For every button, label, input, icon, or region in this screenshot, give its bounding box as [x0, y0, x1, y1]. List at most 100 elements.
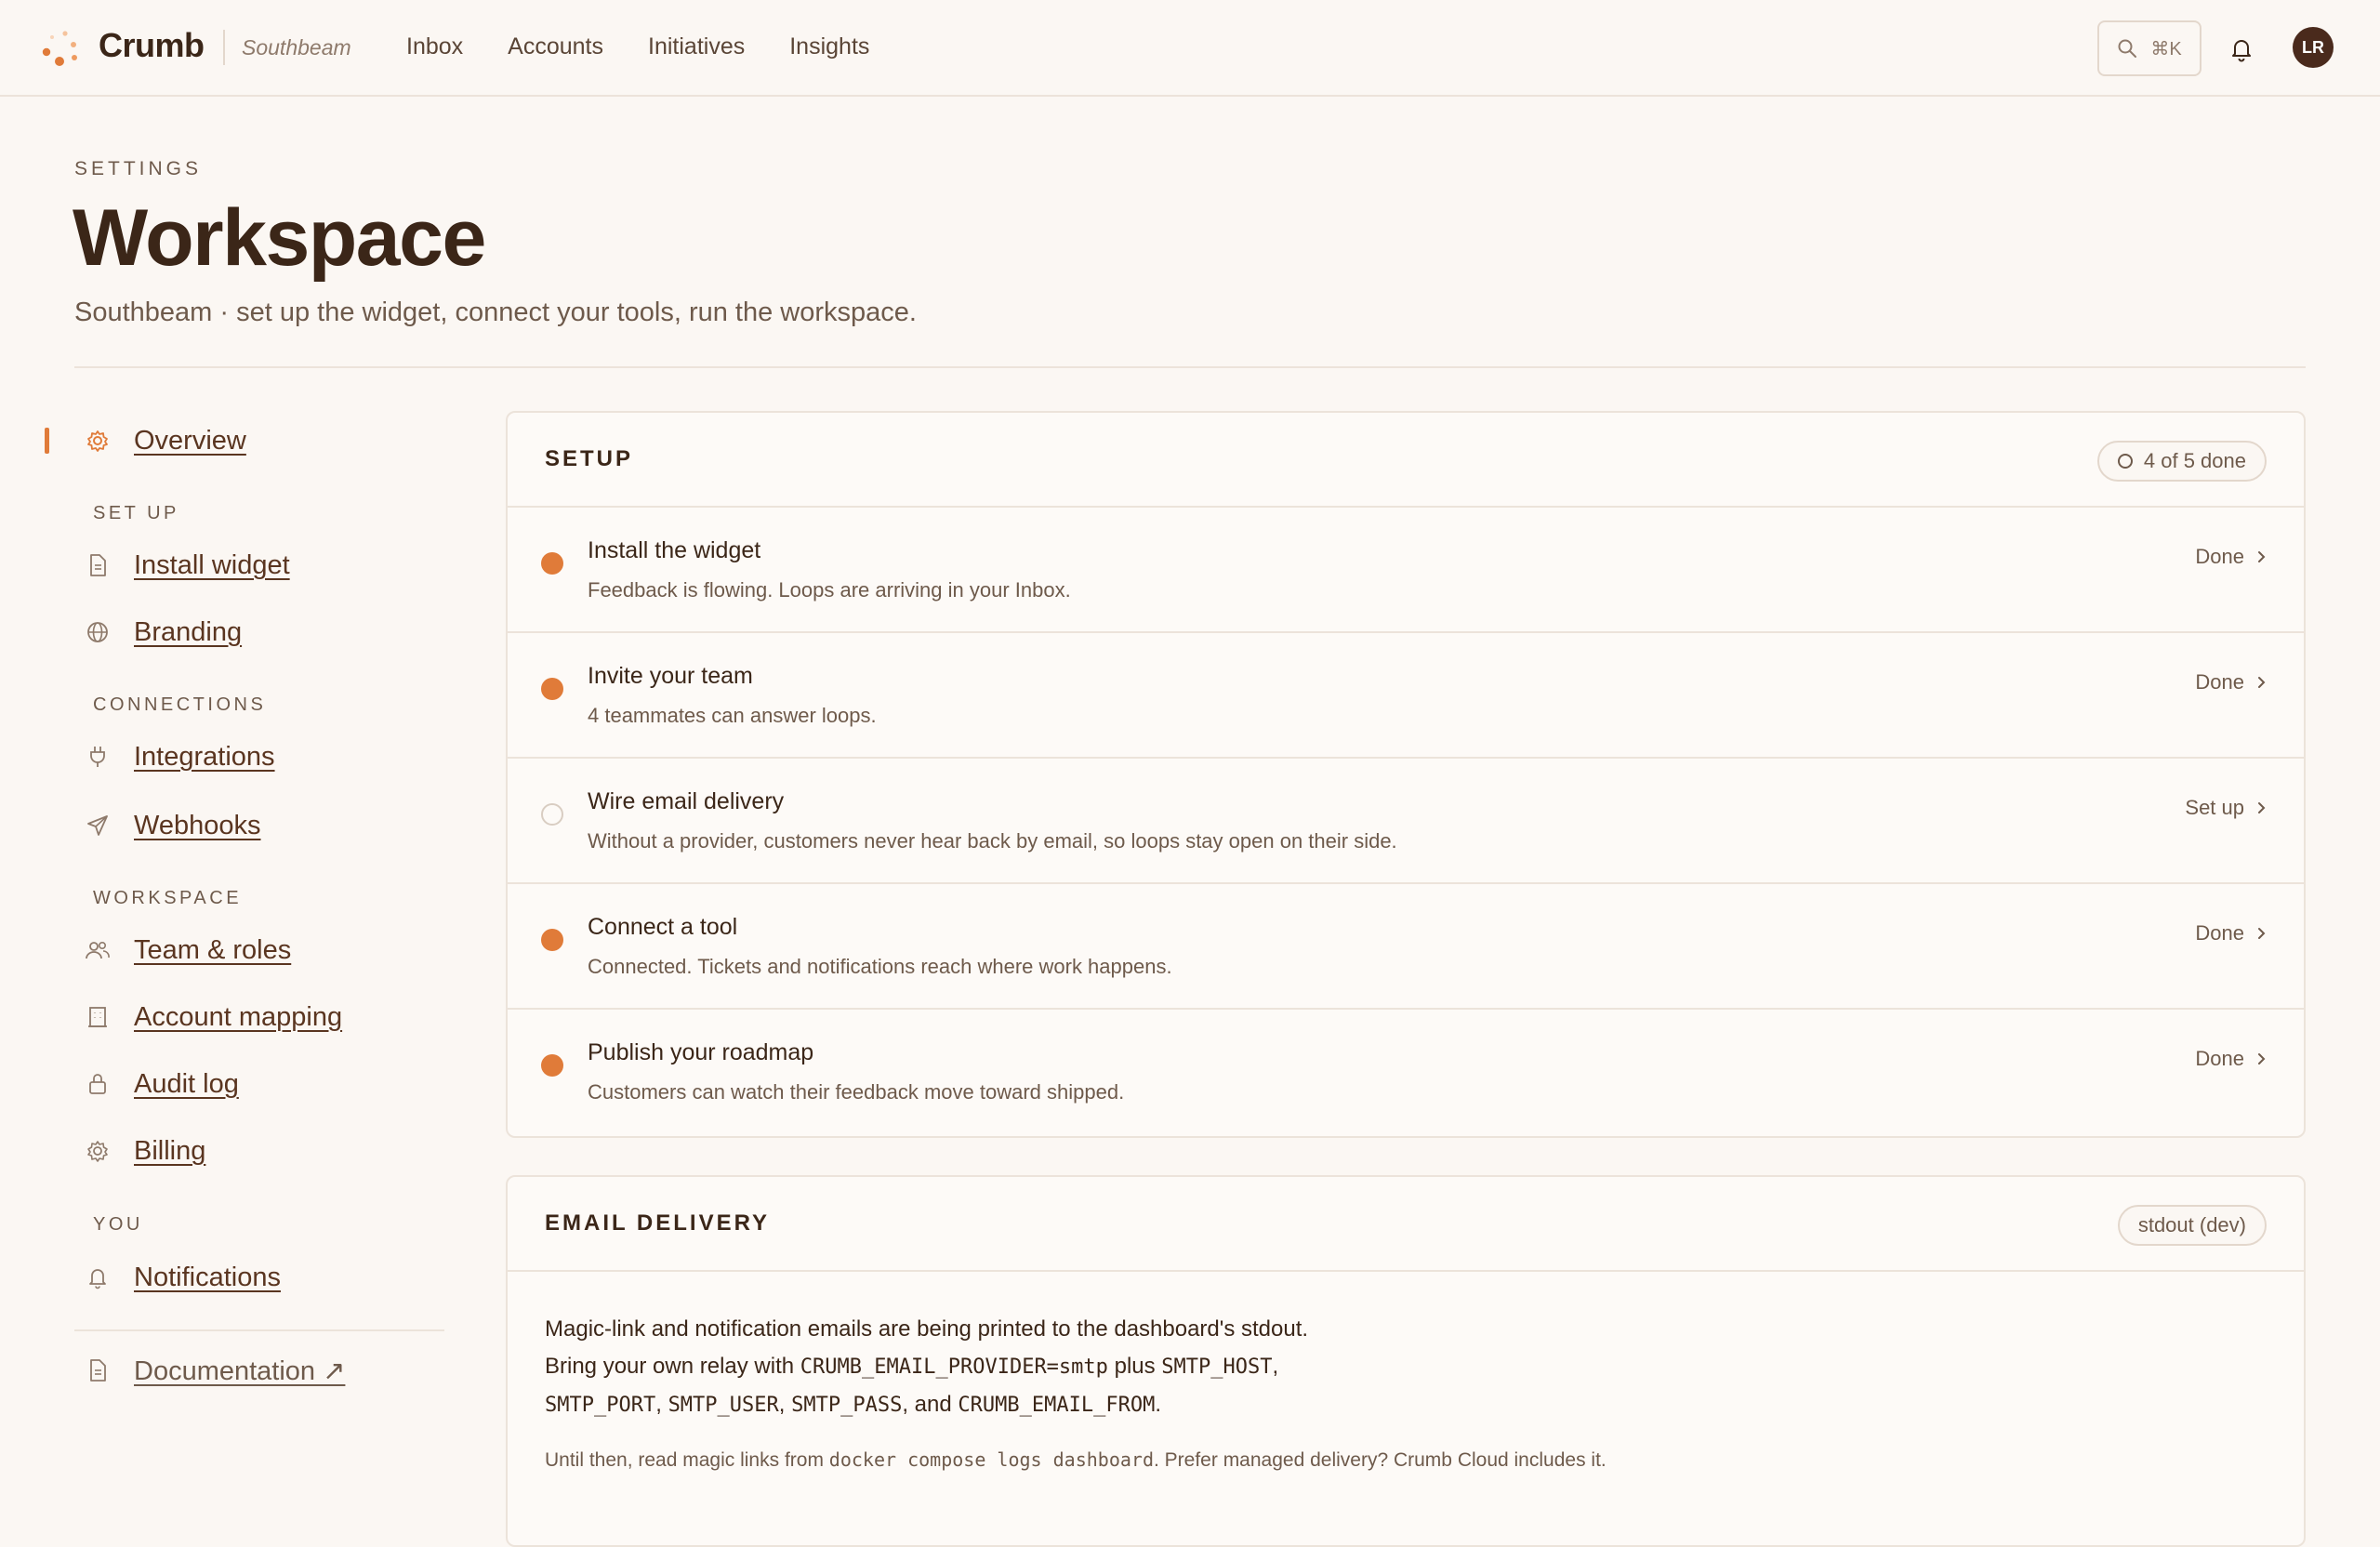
building-icon	[84, 1003, 112, 1031]
email-text: ,	[655, 1392, 662, 1417]
setup-step-connect-tool[interactable]: Connect a tool Connected. Tickets and no…	[508, 884, 2304, 1010]
email-provider-text: stdout (dev)	[2137, 1213, 2246, 1236]
lock-icon	[84, 1070, 112, 1098]
sidebar-item-label: Integrations	[134, 741, 275, 772]
chevron-right-icon	[2258, 551, 2266, 562]
email-text: . Prefer managed delivery? Crumb Cloud i…	[1154, 1449, 1606, 1471]
sidebar-item-install-widget[interactable]: Install widget	[84, 545, 290, 586]
sidebar-item-notifications[interactable]: Notifications	[84, 1257, 281, 1298]
sidebar-item-label: Team & roles	[134, 934, 292, 965]
step-title: Wire email delivery	[588, 788, 785, 814]
sidebar-item-documentation[interactable]: Documentation ↗	[84, 1350, 345, 1391]
sidebar-item-label: Account mapping	[134, 1001, 343, 1032]
nav-accounts[interactable]: Accounts	[508, 33, 603, 60]
avatar[interactable]: LR	[2293, 27, 2334, 68]
step-action-label: Set up	[2185, 796, 2244, 819]
plug-icon	[84, 743, 112, 771]
step-action-link[interactable]: Done	[2195, 670, 2267, 694]
setup-step-install-widget[interactable]: Install the widget Feedback is flowing. …	[508, 508, 2304, 633]
page-eyebrow: SETTINGS	[74, 158, 203, 179]
sidebar-item-team-roles[interactable]: Team & roles	[84, 930, 291, 971]
code-smtp-port[interactable]: SMTP_PORT	[545, 1394, 655, 1417]
sidebar-item-label: Install widget	[134, 549, 290, 580]
sidebar-item-overview[interactable]: Overview	[84, 420, 246, 461]
step-description: Without a provider, customers never hear…	[588, 829, 1397, 853]
sidebar-item-label: Documentation ↗	[134, 1355, 346, 1386]
email-text: Until then, read magic links from	[545, 1449, 829, 1471]
step-action-link[interactable]: Done	[2195, 921, 2267, 945]
search-button[interactable]: ⌘K	[2097, 20, 2202, 76]
email-delivery-card: EMAIL DELIVERY stdout (dev) Magic-link a…	[506, 1175, 2306, 1547]
email-instructions: Magic-link and notification emails are b…	[545, 1311, 2267, 1424]
code-smtp-pass[interactable]: SMTP_PASS	[791, 1394, 902, 1417]
active-indicator	[45, 428, 49, 454]
step-title: Connect a tool	[588, 914, 738, 940]
step-action-link[interactable]: Done	[2195, 1047, 2267, 1071]
chevron-right-icon	[2258, 928, 2266, 939]
brand-name[interactable]: Crumb	[99, 26, 205, 65]
code-email-from[interactable]: CRUMB_EMAIL_FROM	[958, 1394, 1155, 1417]
chevron-right-icon	[2258, 677, 2266, 688]
step-description: 4 teammates can answer loops.	[588, 704, 877, 727]
search-icon	[2118, 39, 2137, 58]
email-text: ,	[778, 1392, 786, 1417]
send-icon	[84, 812, 112, 840]
sidebar-item-integrations[interactable]: Integrations	[84, 736, 275, 777]
email-provider-badge: stdout (dev)	[2117, 1205, 2267, 1246]
nav-inbox[interactable]: Inbox	[406, 33, 463, 60]
step-action-link[interactable]: Set up	[2185, 796, 2267, 820]
email-text: .	[1155, 1392, 1161, 1417]
chevron-right-icon	[2258, 1053, 2266, 1064]
sidebar-group-connections: CONNECTIONS	[93, 694, 267, 715]
code-provider[interactable]: CRUMB_EMAIL_PROVIDER=smtp	[800, 1355, 1108, 1379]
setup-card: SETUP 4 of 5 done Install the widget Fee…	[506, 411, 2306, 1138]
sidebar-item-audit-log[interactable]: Audit log	[84, 1064, 239, 1104]
code-logs-command[interactable]: docker compose logs dashboard	[829, 1448, 1154, 1471]
email-card-title: EMAIL DELIVERY	[545, 1210, 771, 1236]
gear-icon	[84, 427, 112, 455]
status-dot-pending	[541, 803, 563, 826]
setup-card-title: SETUP	[545, 446, 634, 471]
status-dot-done	[541, 552, 563, 575]
step-description: Customers can watch their feedback move …	[588, 1080, 1125, 1104]
step-description: Connected. Tickets and notifications rea…	[588, 955, 1172, 978]
sidebar-group-you: YOU	[93, 1214, 143, 1235]
code-smtp-user[interactable]: SMTP_USER	[668, 1394, 779, 1417]
sidebar-item-webhooks[interactable]: Webhooks	[84, 805, 261, 846]
step-action-label: Done	[2195, 670, 2244, 694]
code-smtp-host[interactable]: SMTP_HOST	[1161, 1355, 1272, 1379]
sidebar-item-billing[interactable]: Billing	[84, 1130, 205, 1171]
step-title: Install the widget	[588, 537, 761, 563]
nav-insights[interactable]: Insights	[789, 33, 869, 60]
step-action-label: Done	[2195, 1047, 2244, 1070]
setup-step-invite-team[interactable]: Invite your team 4 teammates can answer …	[508, 633, 2304, 759]
document-icon	[84, 551, 112, 579]
sidebar-item-branding[interactable]: Branding	[84, 612, 242, 653]
nav-initiatives[interactable]: Initiatives	[648, 33, 745, 60]
bell-icon[interactable]	[2228, 35, 2255, 63]
step-action-label: Done	[2195, 545, 2244, 568]
progress-text: 4 of 5 done	[2143, 449, 2246, 472]
workspace-name[interactable]: Southbeam	[242, 35, 351, 60]
sidebar-item-label: Webhooks	[134, 810, 261, 840]
top-bar: Crumb Southbeam Inbox Accounts Initiativ…	[0, 0, 2380, 97]
step-title: Publish your roadmap	[588, 1039, 814, 1065]
setup-step-publish-roadmap[interactable]: Publish your roadmap Customers can watch…	[508, 1010, 2304, 1135]
step-action-link[interactable]: Done	[2195, 545, 2267, 569]
email-text: Bring your own relay with	[545, 1354, 800, 1379]
sidebar-item-label: Branding	[134, 616, 243, 647]
status-dot-done	[541, 678, 563, 700]
email-text: ,	[1272, 1354, 1279, 1379]
step-description: Feedback is flowing. Loops are arriving …	[588, 578, 1071, 602]
setup-card-header: SETUP 4 of 5 done	[508, 413, 2304, 508]
sidebar-group-setup: SET UP	[93, 503, 179, 523]
email-text: , and	[902, 1392, 959, 1417]
setup-step-email-delivery[interactable]: Wire email delivery Without a provider, …	[508, 759, 2304, 884]
document-icon	[84, 1356, 112, 1384]
crumb-logo-icon[interactable]	[39, 28, 82, 71]
search-shortcut: ⌘K	[2150, 38, 2182, 60]
gear-icon	[84, 1137, 112, 1165]
email-card-body: Magic-link and notification emails are b…	[508, 1311, 2304, 1477]
sidebar-item-account-mapping[interactable]: Account mapping	[84, 997, 342, 1038]
status-dot-done	[541, 1054, 563, 1077]
